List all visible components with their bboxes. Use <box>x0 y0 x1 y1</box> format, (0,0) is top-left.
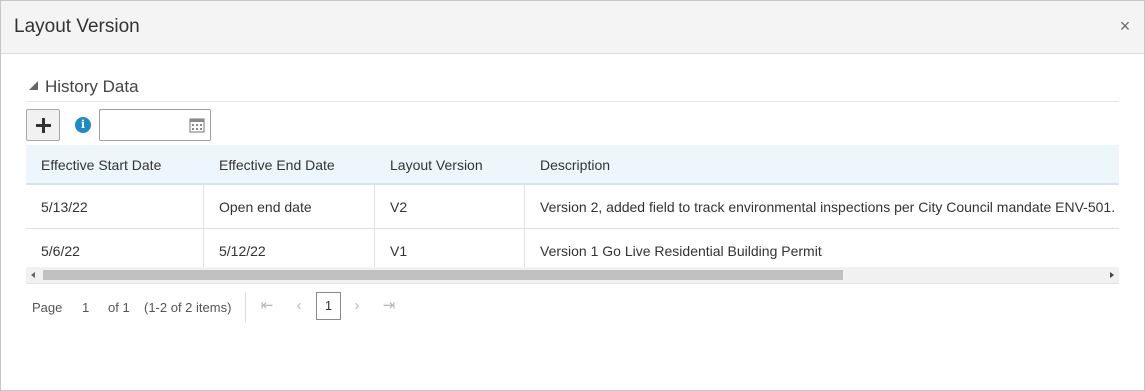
history-table: Effective Start Date Effective End Date … <box>26 145 1119 273</box>
cell-end-date: Open end date <box>204 185 375 229</box>
column-header-start-date[interactable]: Effective Start Date <box>26 145 204 185</box>
date-field[interactable] <box>99 109 211 141</box>
collapse-triangle-icon[interactable] <box>29 81 38 90</box>
cell-layout-version: V2 <box>375 185 525 229</box>
scroll-left-icon[interactable] <box>31 272 35 278</box>
toolbar: i <box>26 109 326 141</box>
page-number-input[interactable]: 1 <box>82 300 89 315</box>
close-icon[interactable]: × <box>1116 17 1134 35</box>
history-data-section-header[interactable]: History Data <box>26 75 1119 102</box>
plus-icon-vertical <box>42 118 45 133</box>
pagination: Page 1 of 1 (1-2 of 2 items) ⇤ ‹ 1 › ⇥ <box>26 292 626 322</box>
date-input[interactable] <box>102 112 184 138</box>
dialog-title: Layout Version <box>14 16 140 37</box>
calendar-icon[interactable] <box>189 117 205 133</box>
scroll-right-icon[interactable] <box>1110 272 1114 278</box>
column-header-end-date[interactable]: Effective End Date <box>204 145 375 185</box>
page-count-label: of 1 <box>108 300 130 315</box>
pager-divider <box>245 292 246 322</box>
next-page-icon[interactable]: › <box>349 298 365 314</box>
horizontal-scrollbar[interactable] <box>26 267 1119 284</box>
layout-version-dialog: Layout Version × History Data i Effectiv… <box>0 0 1145 391</box>
add-row-button[interactable] <box>26 109 60 141</box>
cell-start-date: 5/13/22 <box>26 185 204 229</box>
last-page-icon[interactable]: ⇥ <box>381 298 397 314</box>
items-count-label: (1-2 of 2 items) <box>144 300 232 315</box>
column-header-layout-version[interactable]: Layout Version <box>375 145 525 185</box>
page-label: Page <box>32 300 63 315</box>
column-header-description[interactable]: Description <box>525 145 1119 185</box>
scrollbar-thumb[interactable] <box>43 270 843 280</box>
previous-page-icon[interactable]: ‹ <box>291 298 307 314</box>
dialog-header: Layout Version × <box>1 1 1144 54</box>
table-row[interactable]: 5/13/22 Open end date V2 Version 2, adde… <box>26 185 1119 229</box>
section-title: History Data <box>45 77 139 96</box>
current-page-button[interactable]: 1 <box>316 292 341 320</box>
first-page-icon[interactable]: ⇤ <box>259 298 275 314</box>
table-header: Effective Start Date Effective End Date … <box>26 145 1119 185</box>
info-icon[interactable]: i <box>75 117 91 133</box>
cell-description: Version 2, added field to track environm… <box>540 199 1116 215</box>
